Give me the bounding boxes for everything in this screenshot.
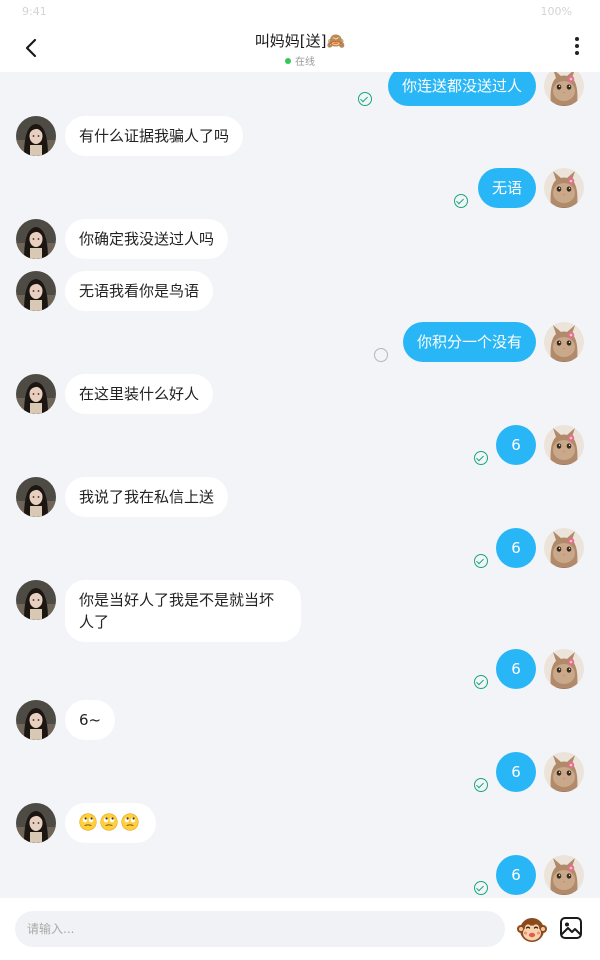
read-receipt-icon [474, 778, 488, 792]
contact-avatar[interactable] [16, 803, 56, 843]
outgoing-message[interactable]: 无语 [0, 168, 600, 208]
message-text: 6 [511, 436, 521, 454]
my-avatar[interactable] [544, 528, 584, 568]
read-receipt-icon [454, 194, 468, 208]
message-bubble[interactable]: 6~ [65, 700, 116, 740]
message-bubble[interactable]: 你是当好人了我是不是就当坏人了 [65, 580, 301, 642]
outgoing-message[interactable]: 你连送都没送过人 [0, 72, 600, 106]
my-avatar[interactable] [544, 72, 584, 106]
my-avatar[interactable] [544, 322, 584, 362]
message-text: 6 [511, 660, 521, 678]
incoming-message[interactable]: 在这里装什么好人 [0, 374, 600, 414]
message-bubble[interactable]: 你确定我没送过人吗 [65, 219, 229, 259]
status-bar: 9:41 100% [0, 0, 600, 24]
read-receipt-icon [358, 92, 372, 106]
message-text: 你确定我没送过人吗 [79, 230, 215, 248]
chevron-left-icon [25, 38, 37, 58]
more-vertical-icon [568, 37, 586, 55]
message-text: 无语我看你是鸟语 [79, 282, 200, 300]
contact-avatar[interactable] [16, 271, 56, 311]
my-avatar[interactable] [544, 649, 584, 689]
message-text: 你连送都没送过人 [401, 77, 522, 95]
read-receipt-icon [474, 675, 488, 689]
monkey-sticker-icon [517, 918, 547, 942]
status-time: 9:41 [22, 5, 47, 18]
outgoing-message[interactable]: 6 [0, 752, 600, 792]
incoming-message[interactable]: 我说了我在私信上送 [0, 477, 600, 517]
presence-status: 在线 [150, 53, 450, 68]
sending-status-icon [374, 348, 388, 362]
my-avatar[interactable] [544, 855, 584, 895]
eye-roll-emoji [100, 813, 118, 831]
message-text: 6 [511, 866, 521, 884]
message-bubble[interactable]: 6 [496, 752, 536, 792]
message-text: 我说了我在私信上送 [79, 488, 215, 506]
message-text: 你是当好人了我是不是就当坏人了 [79, 591, 275, 631]
message-bubble[interactable]: 无语 [477, 168, 536, 208]
contact-avatar[interactable] [16, 477, 56, 517]
image-icon [560, 917, 582, 939]
read-receipt-icon [474, 881, 488, 895]
message-bubble[interactable]: 你积分一个没有 [402, 322, 536, 362]
message-text: 6~ [79, 711, 102, 729]
sticker-button[interactable] [516, 913, 548, 945]
incoming-message[interactable]: 无语我看你是鸟语 [0, 271, 600, 311]
contact-avatar[interactable] [16, 700, 56, 740]
message-text: 无语 [491, 179, 522, 197]
outgoing-message[interactable]: 你积分一个没有 [0, 322, 600, 362]
incoming-message[interactable]: 6~ [0, 700, 600, 740]
message-input[interactable] [15, 911, 505, 947]
contact-avatar[interactable] [16, 374, 56, 414]
message-text: 6 [511, 763, 521, 781]
message-bubble[interactable] [65, 803, 156, 843]
eye-roll-emoji [79, 813, 97, 831]
composer-bar [0, 898, 600, 960]
message-bubble[interactable]: 你连送都没送过人 [387, 72, 536, 106]
incoming-message[interactable]: 你确定我没送过人吗 [0, 219, 600, 259]
incoming-message[interactable] [0, 803, 600, 843]
message-text: 6 [511, 539, 521, 557]
chat-header: 叫妈妈[送]🙈 在线 [0, 24, 600, 72]
more-options-button[interactable] [568, 34, 586, 62]
status-battery: 100% [540, 5, 572, 18]
my-avatar[interactable] [544, 168, 584, 208]
read-receipt-icon [474, 554, 488, 568]
message-bubble[interactable]: 6 [496, 649, 536, 689]
message-bubble[interactable]: 6 [496, 425, 536, 465]
my-avatar[interactable] [544, 425, 584, 465]
back-button[interactable] [18, 34, 46, 62]
chat-title-block: 叫妈妈[送]🙈 在线 [150, 30, 450, 68]
contact-avatar[interactable] [16, 219, 56, 259]
online-indicator [285, 58, 291, 64]
message-bubble[interactable]: 在这里装什么好人 [65, 374, 214, 414]
message-text: 在这里装什么好人 [79, 385, 200, 403]
eye-roll-emoji [121, 813, 139, 831]
chat-title: 叫妈妈[送]🙈 [254, 32, 346, 50]
outgoing-message[interactable]: 6 [0, 425, 600, 465]
message-text: 有什么证据我骗人了吗 [79, 127, 230, 145]
message-bubble[interactable]: 无语我看你是鸟语 [65, 271, 214, 311]
message-bubble[interactable]: 6 [496, 528, 536, 568]
read-receipt-icon [474, 451, 488, 465]
my-avatar[interactable] [544, 752, 584, 792]
image-button[interactable] [558, 915, 584, 941]
outgoing-message[interactable]: 6 [0, 855, 600, 895]
presence-label: 在线 [295, 57, 315, 68]
incoming-message[interactable]: 有什么证据我骗人了吗 [0, 116, 600, 156]
message-bubble[interactable]: 有什么证据我骗人了吗 [65, 116, 244, 156]
outgoing-message[interactable]: 6 [0, 528, 600, 568]
message-bubble[interactable]: 6 [496, 855, 536, 895]
message-bubble[interactable]: 我说了我在私信上送 [65, 477, 229, 517]
contact-avatar[interactable] [16, 580, 56, 620]
message-list[interactable]: 你连送都没送过人有什么证据我骗人了吗无语你确定我没送过人吗 无语我看你是鸟语你积分… [0, 72, 600, 898]
contact-avatar[interactable] [16, 116, 56, 156]
incoming-message[interactable]: 你是当好人了我是不是就当坏人了 [0, 580, 600, 642]
message-text: 你积分一个没有 [416, 333, 522, 351]
outgoing-message[interactable]: 6 [0, 649, 600, 689]
